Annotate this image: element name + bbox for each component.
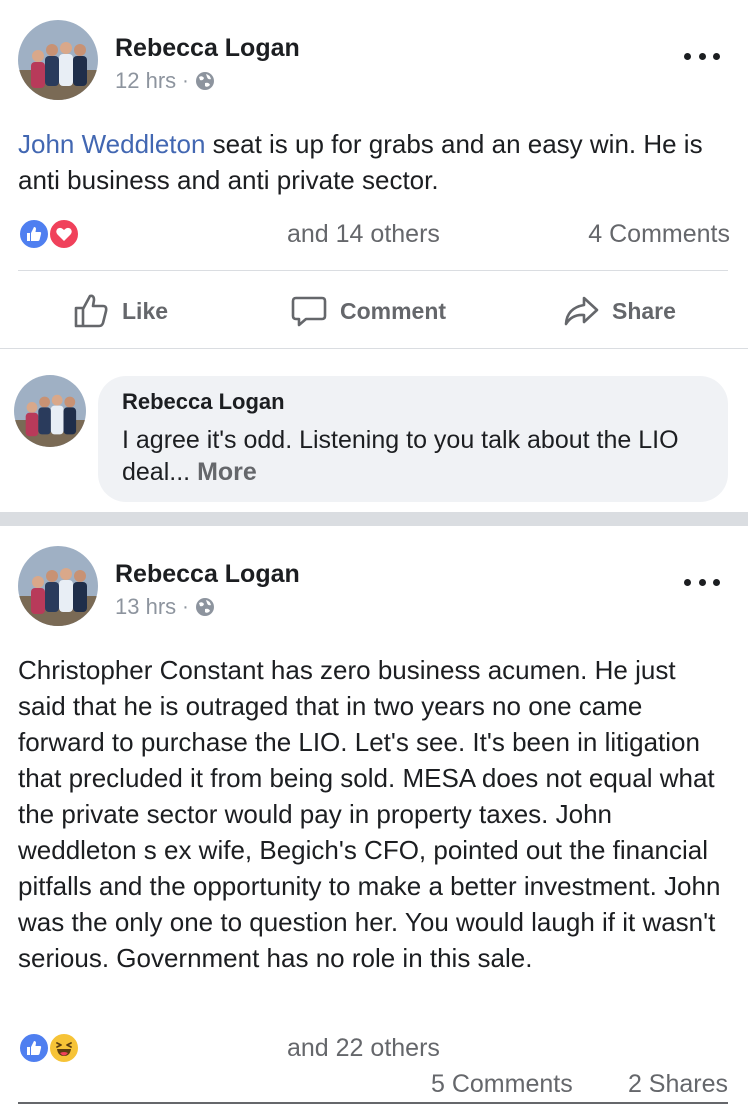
more-options-icon[interactable] [684,46,720,66]
more-options-icon[interactable] [684,572,720,592]
love-icon [48,218,80,250]
comment-icon [291,296,327,327]
comment-bubble[interactable]: Rebecca Logan I agree it's odd. Listenin… [98,376,728,502]
like-icon [18,218,50,250]
share-label: Share [612,297,676,324]
post-text: John Weddleton seat is up for grabs and … [18,126,724,198]
like-label: Like [122,297,169,324]
globe-icon [195,597,215,617]
like-button[interactable]: Like [72,274,168,348]
post-card: Rebecca Logan 12 hrs · John Weddleton se… [0,0,748,512]
post-time[interactable]: 13 hrs [115,594,176,620]
share-button[interactable]: Share [562,274,676,348]
comments-count[interactable]: 5 Comments [431,1070,573,1099]
avatar[interactable] [18,20,98,100]
comment-label: Comment [340,297,447,324]
post-meta: 12 hrs · [115,68,215,94]
reactions-others[interactable]: and 14 others [287,220,440,249]
avatar[interactable] [18,546,98,626]
comments-count[interactable]: 4 Comments [588,220,730,249]
post-author[interactable]: Rebecca Logan [115,560,300,589]
reactions-others[interactable]: and 22 others [287,1034,440,1063]
post-meta: 13 hrs · [115,594,215,620]
shares-count[interactable]: 2 Shares [628,1070,728,1099]
post-card: Rebecca Logan 13 hrs · Christopher Const… [0,526,748,1104]
like-icon [18,1032,50,1064]
globe-icon [195,71,215,91]
comment-text: I agree it's odd. Listening to you talk … [122,424,702,488]
divider [0,348,748,349]
reactions-bar[interactable]: and 14 others 4 Comments [18,218,730,254]
mention-link[interactable]: John Weddleton [18,129,205,159]
comment-more-link[interactable]: More [197,458,257,486]
divider [18,270,728,271]
feed-separator [0,512,748,526]
haha-icon [48,1032,80,1064]
separator: · [182,69,189,92]
post-time[interactable]: 12 hrs [115,68,176,94]
post-author[interactable]: Rebecca Logan [115,34,300,63]
thumbs-up-icon [74,294,108,328]
comment-author[interactable]: Rebecca Logan [122,388,702,416]
comment-avatar[interactable] [14,375,86,447]
post-actions: Like Comment Share [0,274,748,348]
share-icon [564,296,599,326]
separator: · [182,595,189,618]
post-text: Christopher Constant has zero business a… [18,655,721,973]
reactions-bar[interactable]: and 22 others [18,1032,730,1068]
comment-button[interactable]: Comment [290,274,446,348]
